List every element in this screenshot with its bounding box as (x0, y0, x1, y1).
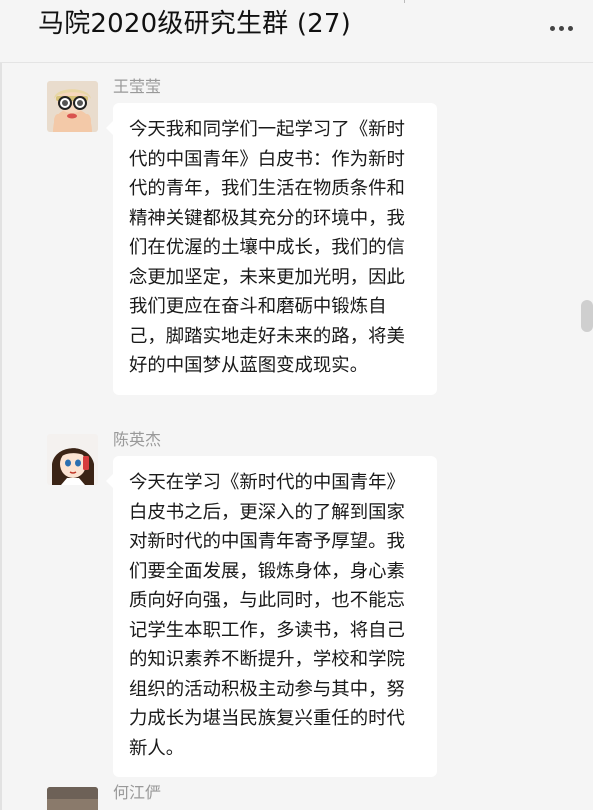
message-bubble[interactable]: 今天在学习《新时代的中国青年》白皮书之后，更深入的了解到国家对新时代的中国青年寄… (106, 456, 437, 777)
photo-avatar[interactable] (47, 787, 98, 810)
chat-title: 马院2020级研究生群 (27) (38, 9, 352, 39)
more-dots-icon[interactable] (550, 26, 573, 31)
sender-name: 陈英杰 (113, 430, 162, 449)
chat-header: 马院2020级研究生群 (27) (0, 0, 593, 63)
anime-girl-phone-avatar[interactable] (47, 434, 98, 485)
top-divider (404, 0, 405, 3)
girl-sunglasses-avatar[interactable] (47, 81, 98, 132)
message-list[interactable]: 王莹莹 今天我和同学们一起学习了《新时代的中国青年》白皮书：作为新时代的青年，我… (0, 63, 580, 810)
message-bubble[interactable]: 今天我和同学们一起学习了《新时代的中国青年》白皮书：作为新时代的青年，我们生活在… (106, 103, 437, 395)
sender-name: 何江俨 (113, 783, 162, 802)
sender-name: 王莹莹 (113, 77, 162, 96)
scrollbar-thumb[interactable] (581, 300, 593, 332)
